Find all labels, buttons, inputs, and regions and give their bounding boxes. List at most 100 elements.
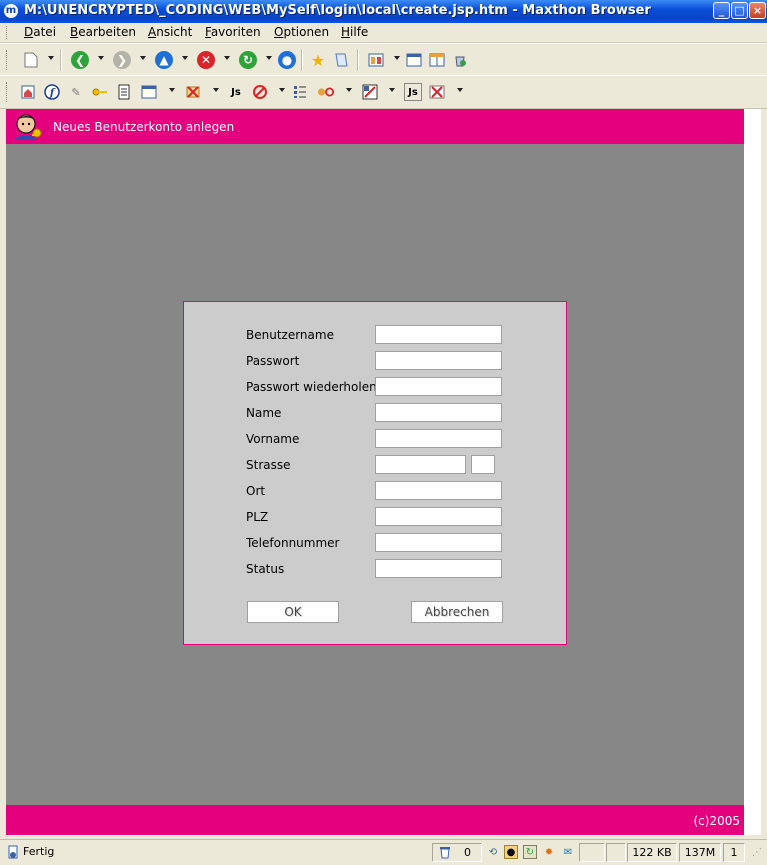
stop-dropdown-icon[interactable] [224,56,230,60]
home-page-icon[interactable] [19,83,37,101]
menu-ansicht[interactable]: Ansicht [148,25,192,39]
split-view-icon[interactable] [428,51,446,69]
flash-icon[interactable]: f [43,83,61,101]
javascript-label: Js [231,86,241,98]
maximize-button[interactable]: □ [731,2,748,19]
home-icon[interactable]: ● [278,51,296,69]
back-dropdown-icon[interactable] [98,56,104,60]
lastname-label: Name [246,406,282,420]
layout-icon[interactable] [367,51,385,69]
status-bar: Fertig 0 ⟲ ● ↻ ✸ ✉ 122 KB 137M 1 ⋰ [0,839,767,865]
new-dropdown-icon[interactable] [48,56,54,60]
forward-icon[interactable]: ❯ [113,51,131,69]
street-label: Strasse [246,458,291,472]
status-text: Fertig [23,845,55,858]
maxthon-icon[interactable]: m [4,4,18,18]
menu-bar: Datei Bearbeiten Ansicht Favoriten Optio… [0,23,767,43]
zip-input[interactable] [375,507,502,526]
user-key-icon [12,112,44,142]
lastname-input[interactable] [375,403,502,422]
up-dropdown-icon[interactable] [182,56,188,60]
house-number-input[interactable] [471,455,495,474]
history-icon[interactable] [332,51,350,69]
block-flash-icon[interactable] [428,83,446,101]
up-icon[interactable]: ▲ [155,51,173,69]
block-activex-icon[interactable] [361,83,379,101]
menu-optionen[interactable]: Optionen [274,25,329,39]
block-popups-icon[interactable] [251,83,269,101]
block-images-icon[interactable] [184,83,202,101]
tools-icon[interactable]: ✎ [67,83,85,101]
block-images-status-icon[interactable]: ● [504,845,518,859]
title-bar: m M:\UNENCRYPTED\_CODING\WEB\MySelf\logi… [0,0,767,23]
username-label: Benutzername [246,328,334,342]
new-page-icon[interactable] [22,51,40,69]
status-input[interactable] [375,559,502,578]
page-header: Neues Benutzerkonto anlegen [6,109,744,144]
toolbar-grip[interactable] [6,50,10,70]
password-input[interactable] [375,351,502,370]
burst-icon[interactable]: ✸ [542,845,556,859]
phone-input[interactable] [375,533,502,552]
page-title: Neues Benutzerkonto anlegen [53,120,235,134]
mail-icon[interactable]: ✉ [561,845,575,859]
stop-icon[interactable]: ✕ [197,51,215,69]
ok-button[interactable]: OK [247,601,339,623]
layout-dropdown-icon[interactable] [394,56,400,60]
popup-count: 0 [464,846,471,859]
street-input[interactable] [375,455,466,474]
block-flash-dropdown-icon[interactable] [457,88,463,92]
media-dropdown-icon[interactable] [346,88,352,92]
city-label: Ort [246,484,266,498]
page-size: 122 KB [632,846,672,859]
password-repeat-input[interactable] [375,377,502,396]
firstname-input[interactable] [375,429,502,448]
calendar-icon[interactable] [140,83,158,101]
window-title: M:\UNENCRYPTED\_CODING\WEB\MySelf\login\… [24,3,651,18]
menu-datei[interactable]: Datei [24,25,56,39]
memory-cell: 137M [679,843,721,862]
vertical-scrollbar[interactable] [744,109,761,835]
navigation-toolbar: ❮ ❯ ▲ ✕ ↻ ● ★ [0,43,767,77]
forward-dropdown-icon[interactable] [140,56,146,60]
block-images-dropdown-icon[interactable] [213,88,219,92]
close-button[interactable]: × [749,2,766,19]
javascript-toggle-icon[interactable]: Js [404,83,422,101]
status-label: Status [246,562,285,576]
proxy-icon[interactable]: ⟲ [486,845,500,859]
menu-favoriten[interactable]: Favoriten [205,25,261,39]
status-empty-cell [606,843,626,862]
list-icon[interactable] [291,83,309,101]
block-popups-dropdown-icon[interactable] [279,88,285,92]
recycle-icon[interactable] [451,51,469,69]
status-empty-cell [579,843,605,862]
toolbar-separator [60,49,62,71]
refresh-icon[interactable]: ↻ [239,51,257,69]
tab-count: 1 [730,846,738,859]
notepad-icon[interactable] [115,83,133,101]
username-input[interactable] [375,325,502,344]
page-size-cell: 122 KB [627,843,677,862]
menu-hilfe[interactable]: Hilfe [341,25,368,39]
cancel-button[interactable]: Abbrechen [411,601,503,623]
fullscreen-icon[interactable] [405,51,423,69]
password-repeat-label: Passwort wiederholen [246,380,377,394]
toolbar-separator [301,49,303,71]
javascript-icon[interactable]: Js [227,83,245,101]
phone-label: Telefonnummer [246,536,340,550]
menu-bearbeiten[interactable]: Bearbeiten [70,25,136,39]
refresh-dropdown-icon[interactable] [266,56,272,60]
toolbar-grip[interactable] [6,82,10,102]
city-input[interactable] [375,481,502,500]
favorites-star-icon[interactable]: ★ [309,51,327,70]
key-icon[interactable] [91,83,109,101]
menu-grip[interactable] [6,26,10,39]
media-icon[interactable] [317,83,335,101]
resize-grip-icon[interactable]: ⋰ [750,845,764,859]
refresh-status-icon[interactable]: ↻ [523,845,537,859]
back-icon[interactable]: ❮ [71,51,89,69]
minimize-button[interactable]: _ [713,2,730,19]
block-activex-dropdown-icon[interactable] [389,88,395,92]
calendar-dropdown-icon[interactable] [169,88,175,92]
tab-count-cell: 1 [723,843,745,862]
